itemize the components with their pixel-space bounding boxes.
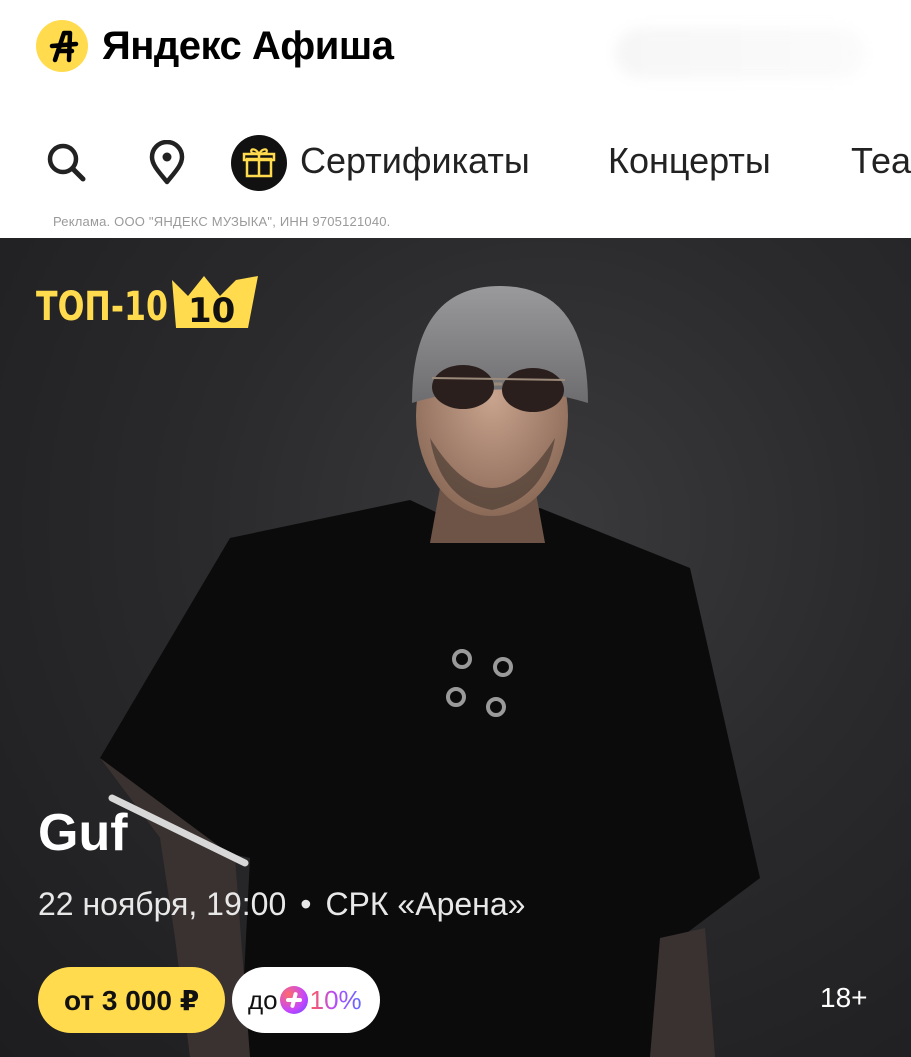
event-meta: 22 ноября, 19:00 • СРК «Арена» <box>38 886 525 923</box>
plus-icon <box>279 986 308 1014</box>
gift-icon[interactable] <box>231 135 287 191</box>
nav-item-concerts[interactable]: Концерты <box>608 140 771 182</box>
event-venue: СРК «Арена» <box>325 886 526 922</box>
top10-text: ТОП-10 <box>36 284 168 330</box>
event-banner[interactable]: ТОП-10 10 Guf 22 ноября, 19:00 • СРК «Арен… <box>0 238 911 1057</box>
plus-value: 10% <box>309 984 362 1015</box>
event-title: Guf <box>38 804 128 862</box>
meta-separator: • <box>300 886 312 922</box>
svg-text:10: 10 <box>188 291 235 331</box>
age-rating: 18+ <box>820 982 868 1013</box>
plus-prefix: до <box>248 984 278 1015</box>
event-date: 22 ноября, 19:00 <box>38 886 287 922</box>
plus-cashback-badge[interactable]: до 10% <box>232 967 380 1033</box>
location-pin-icon[interactable] <box>145 139 189 191</box>
afisha-logo-icon <box>36 20 88 72</box>
performer-photo <box>100 286 760 1057</box>
price-button[interactable]: от 3 000 ₽ <box>38 967 226 1033</box>
nav-item-theatre[interactable]: Теа <box>851 140 911 182</box>
nav-item-certificates[interactable]: Сертификаты <box>300 140 530 182</box>
top10-badge: ТОП-10 10 <box>36 276 258 331</box>
blurred-header-element <box>615 28 865 78</box>
ad-disclaimer: Реклама. ООО "ЯНДЕКС МУЗЫКА", ИНН 970512… <box>53 214 391 229</box>
search-icon[interactable] <box>44 140 88 189</box>
category-nav: Сертификаты Концерты Теа <box>0 110 911 210</box>
header: Яндекс Афиша <box>0 0 911 100</box>
afisha-logo[interactable]: Яндекс Афиша <box>36 20 394 72</box>
logo-text: Яндекс Афиша <box>102 23 394 68</box>
